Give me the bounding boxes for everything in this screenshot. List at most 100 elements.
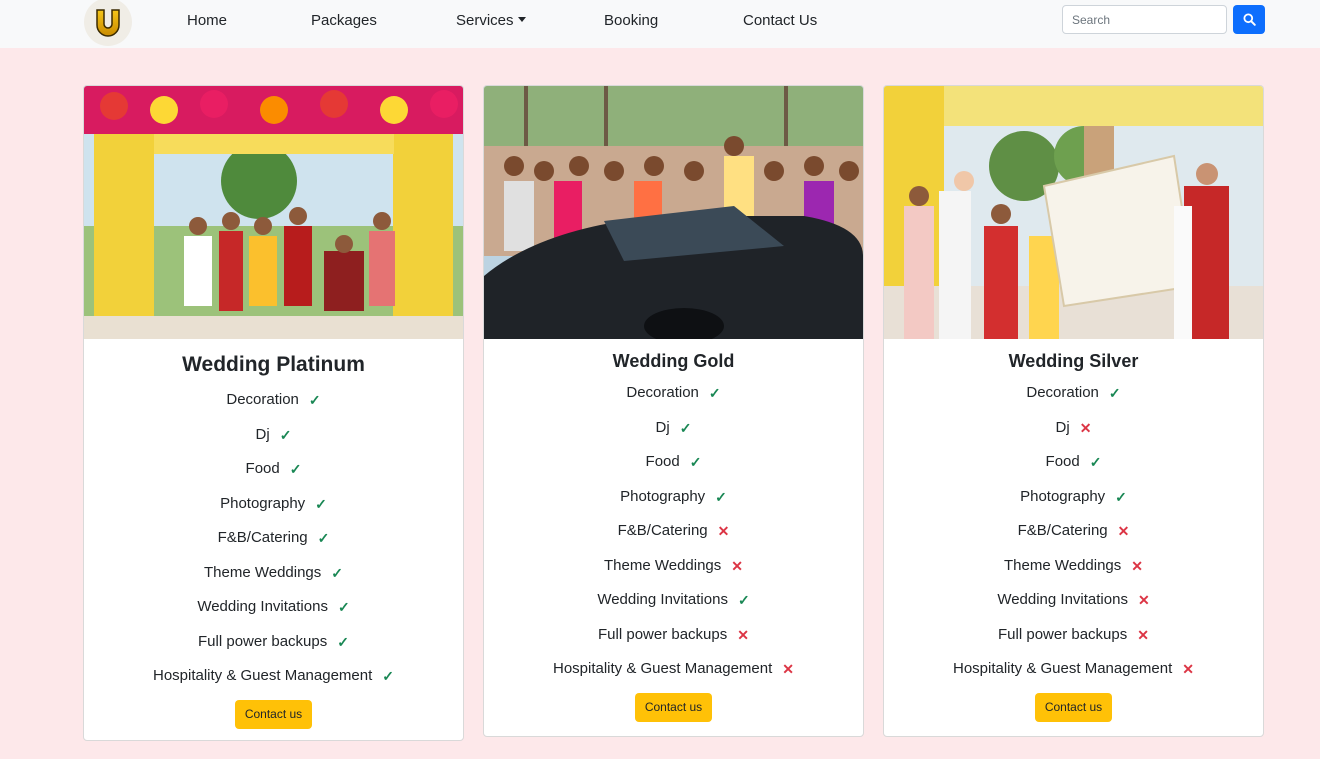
nav-services-label: Services [456, 12, 514, 29]
package-card-gold: Wedding Gold Decoration ✓ Dj ✓ Food ✓ Photo… [483, 85, 864, 737]
feature-item: Theme Weddings ✓ [84, 556, 463, 591]
feature-item: Dj ✕ [884, 411, 1263, 446]
feature-label: Decoration [1026, 384, 1099, 401]
wedding-ceremony-photo [884, 86, 1263, 339]
cross-icon: ✕ [1137, 592, 1150, 609]
cross-icon: ✕ [1131, 557, 1144, 574]
navbar: Home Packages Services Booking Contact U… [0, 0, 1320, 48]
check-icon: ✓ [382, 668, 394, 685]
feature-item: Photography ✓ [484, 480, 863, 515]
feature-item: Dj ✓ [484, 411, 863, 446]
feature-label: Dj [255, 425, 270, 443]
nav-contact-link[interactable]: Contact Us [743, 12, 817, 30]
nav-services-dropdown[interactable]: Services [456, 12, 526, 30]
feature-item: Full power backups ✕ [884, 618, 1263, 653]
feature-item: Wedding Invitations ✓ [84, 590, 463, 625]
feature-item: Full power backups ✓ [84, 625, 463, 660]
check-icon: ✓ [1108, 385, 1121, 402]
check-icon: ✓ [1115, 488, 1127, 505]
feature-item: Hospitality & Guest Management ✕ [884, 652, 1263, 687]
feature-label: Dj [655, 418, 670, 436]
feature-item: Food ✓ [884, 445, 1263, 480]
feature-label: Theme Weddings [603, 556, 722, 574]
check-icon: ✓ [679, 419, 692, 436]
feature-label: Decoration [626, 384, 699, 401]
nav-booking-link[interactable]: Booking [604, 12, 658, 30]
feature-item: Photography ✓ [884, 480, 1263, 515]
feature-item: Food ✓ [484, 445, 863, 480]
search-button[interactable] [1233, 5, 1265, 34]
feature-item: Decoration ✓ [484, 376, 863, 411]
check-icon: ✓ [708, 385, 721, 402]
feature-label: F&B/Catering [617, 522, 708, 539]
feature-item: Decoration ✓ [884, 376, 1263, 411]
package-title: Wedding Platinum [182, 353, 365, 376]
check-icon: ✓ [737, 592, 750, 609]
feature-item: Wedding Invitations ✕ [884, 583, 1263, 618]
feature-label: Dj [1055, 418, 1070, 436]
cross-icon: ✕ [737, 626, 749, 643]
feature-label: Photography [220, 494, 306, 512]
feature-label: Food [645, 453, 680, 470]
feature-label: F&B/Catering [1017, 522, 1108, 539]
feature-item: F&B/Catering ✕ [484, 514, 863, 549]
cross-icon: ✕ [1117, 523, 1130, 540]
package-card-platinum: Wedding Platinum Decoration ✓ Dj ✓ Food ✓ P… [83, 85, 464, 741]
nav-home-link[interactable]: Home [187, 12, 227, 30]
check-icon: ✓ [315, 495, 327, 512]
feature-label: Theme Weddings [203, 563, 322, 581]
feature-label: Hospitality & Guest Management [552, 660, 773, 677]
feature-item: Theme Weddings ✕ [484, 549, 863, 584]
check-icon: ✓ [337, 599, 350, 616]
check-icon: ✓ [317, 530, 330, 547]
feature-item: F&B/Catering ✕ [884, 514, 1263, 549]
wedding-mandap-photo [84, 86, 463, 339]
nav-packages-link[interactable]: Packages [311, 12, 377, 30]
contact-us-button[interactable]: Contact us [634, 692, 713, 722]
feature-label: Decoration [226, 391, 299, 408]
feature-item: Theme Weddings ✕ [884, 549, 1263, 584]
feature-item: Full power backups ✕ [484, 618, 863, 653]
feature-item: Dj ✓ [84, 418, 463, 453]
cross-icon: ✕ [731, 557, 744, 574]
feature-label: Wedding Invitations [997, 591, 1128, 608]
package-title: Wedding Silver [1008, 351, 1139, 371]
feature-label: F&B/Catering [217, 529, 308, 546]
check-icon: ✓ [289, 461, 302, 478]
feature-label: Full power backups [198, 632, 328, 650]
check-icon: ✓ [715, 488, 727, 505]
cross-icon: ✕ [717, 523, 730, 540]
package-card-silver: Wedding Silver Decoration ✓ Dj ✕ Food ✓ Pho… [883, 85, 1264, 737]
contact-us-button[interactable]: Contact us [1034, 692, 1113, 722]
contact-us-button[interactable]: Contact us [234, 699, 313, 729]
cross-icon: ✕ [782, 661, 794, 678]
caret-down-icon [517, 17, 526, 22]
feature-label: Theme Weddings [1003, 556, 1122, 574]
check-icon: ✓ [337, 633, 349, 650]
cross-icon: ✕ [1137, 626, 1149, 643]
feature-item: Hospitality & Guest Management ✕ [484, 652, 863, 687]
feature-item: Decoration ✓ [84, 383, 463, 418]
feature-item: Wedding Invitations ✓ [484, 583, 863, 618]
feature-item: Photography ✓ [84, 487, 463, 522]
feature-label: Food [245, 460, 280, 477]
cross-icon: ✕ [1182, 661, 1194, 678]
feature-label: Food [1045, 453, 1080, 470]
wedding-car-photo [484, 86, 863, 339]
check-icon: ✓ [279, 426, 292, 443]
feature-item: F&B/Catering ✓ [84, 521, 463, 556]
feature-label: Photography [1020, 487, 1106, 505]
check-icon: ✓ [689, 454, 702, 471]
feature-label: Full power backups [998, 625, 1128, 643]
check-icon: ✓ [331, 564, 344, 581]
search-icon [1242, 13, 1256, 26]
feature-label: Hospitality & Guest Management [152, 667, 373, 684]
package-title: Wedding Gold [612, 351, 735, 371]
feature-label: Photography [620, 487, 706, 505]
u-logo-icon[interactable] [84, 0, 132, 46]
feature-item: Food ✓ [84, 452, 463, 487]
check-icon: ✓ [1089, 454, 1102, 471]
search-input[interactable] [1062, 5, 1227, 34]
feature-label: Full power backups [598, 625, 728, 643]
cross-icon: ✕ [1079, 419, 1092, 436]
